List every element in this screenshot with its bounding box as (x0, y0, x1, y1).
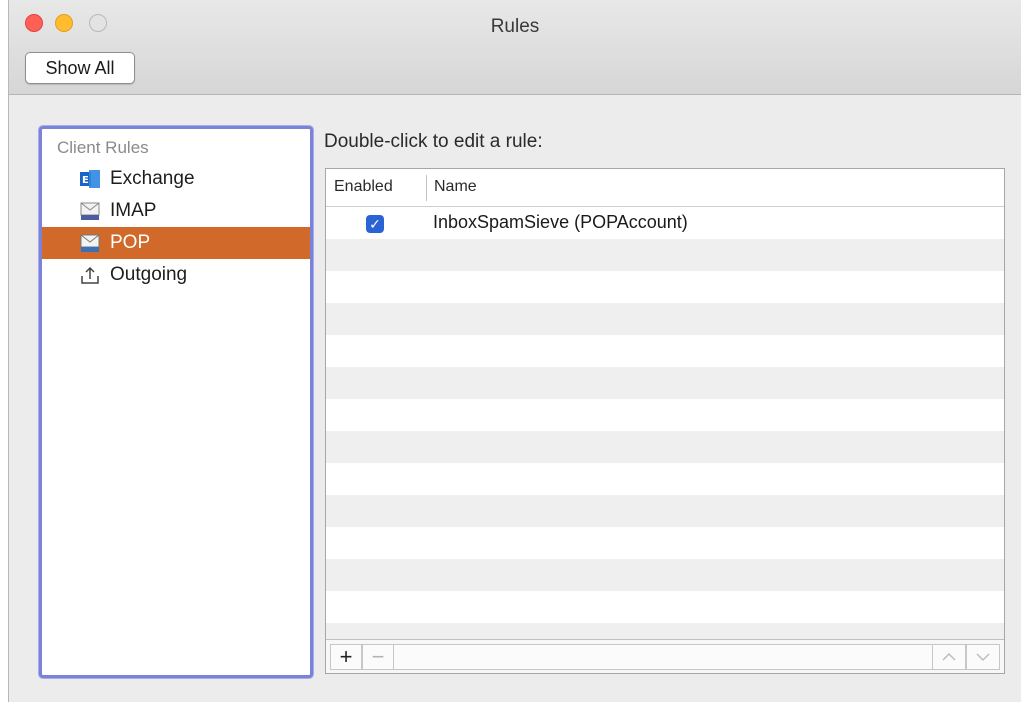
empty-row (326, 495, 1004, 527)
rule-name: InboxSpamSieve (POPAccount) (433, 212, 688, 232)
rules-list: ✓ InboxSpamSieve (POPAccount) (326, 207, 1004, 641)
sidebar-item-label: Exchange (110, 168, 195, 189)
edit-rule-instruction: Double-click to edit a rule: (324, 131, 543, 152)
empty-row (326, 559, 1004, 591)
rules-window: Rules Show All Client Rules E Exchange I… (8, 0, 1021, 702)
chevron-down-icon (976, 653, 990, 662)
empty-row (326, 367, 1004, 399)
empty-row (326, 463, 1004, 495)
imap-mail-icon (80, 201, 100, 221)
column-divider (426, 175, 427, 201)
sidebar-header: Client Rules (57, 138, 149, 157)
window-title: Rules (490, 16, 540, 37)
empty-row (326, 335, 1004, 367)
move-up-button[interactable] (932, 644, 966, 670)
remove-rule-button[interactable]: − (362, 644, 394, 670)
show-all-button[interactable]: Show All (25, 52, 135, 84)
column-header-name[interactable]: Name (434, 178, 477, 196)
empty-row (326, 271, 1004, 303)
pop-mail-icon (80, 233, 100, 253)
sidebar-item-label: POP (110, 232, 151, 253)
enabled-checkbox[interactable]: ✓ (366, 215, 384, 233)
exchange-icon: E (80, 169, 100, 189)
svg-text:E: E (82, 175, 89, 186)
add-rule-button[interactable]: + (330, 644, 362, 670)
empty-row (326, 591, 1004, 623)
outgoing-upload-icon (80, 265, 100, 285)
table-header: Enabled Name (326, 169, 1004, 207)
move-down-button[interactable] (966, 644, 1000, 670)
rules-table: Enabled Name ✓ InboxSpamSieve (POPAccoun… (325, 168, 1005, 674)
sidebar-item-label: IMAP (110, 200, 157, 221)
empty-row (326, 527, 1004, 559)
empty-row (326, 303, 1004, 335)
title-bar: Rules Show All (9, 0, 1021, 95)
sidebar-item-label: Outgoing (110, 264, 188, 285)
footer-spacer (394, 644, 932, 670)
sidebar-item-imap[interactable]: IMAP (42, 195, 310, 227)
sidebar-item-exchange[interactable]: E Exchange (42, 163, 310, 195)
table-footer: + − (326, 639, 1004, 673)
table-row[interactable]: ✓ InboxSpamSieve (POPAccount) (326, 207, 1004, 239)
sidebar-item-pop[interactable]: POP (42, 227, 310, 259)
empty-row (326, 239, 1004, 271)
sidebar-item-outgoing[interactable]: Outgoing (42, 259, 310, 291)
empty-row (326, 431, 1004, 463)
column-header-enabled[interactable]: Enabled (334, 178, 393, 196)
empty-row (326, 399, 1004, 431)
client-rules-sidebar: Client Rules E Exchange IMAP POP Outgoin… (39, 126, 313, 678)
chevron-up-icon (942, 652, 956, 661)
